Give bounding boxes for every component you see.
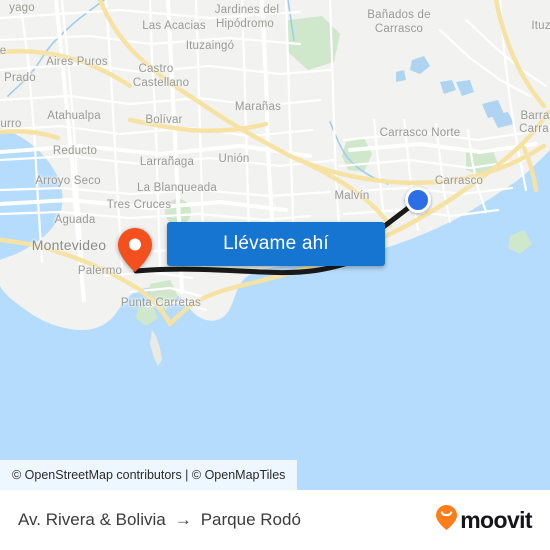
take-me-there-button[interactable]: Llévame ahí xyxy=(167,222,385,266)
trip-summary: Av. Rivera & Bolivia → Parque Rodó xyxy=(18,510,301,530)
moovit-wordmark: moovit xyxy=(460,506,532,533)
attribution-text[interactable]: © OpenStreetMap contributors | © OpenMap… xyxy=(0,460,298,490)
map-canvas[interactable]: yago Las Acacias Jardines del Hipódromo Baña… xyxy=(0,0,550,460)
trip-destination-label: Parque Rodó xyxy=(200,510,301,529)
moovit-trip-map-screen: yago Las Acacias Jardines del Hipódromo Baña… xyxy=(0,0,550,550)
arrow-right-icon: → xyxy=(174,510,192,529)
footer-bar: Av. Rivera & Bolivia → Parque Rodó moovi… xyxy=(0,490,550,550)
moovit-logo[interactable]: moovit xyxy=(436,505,533,535)
blue-dot-origin-marker[interactable] xyxy=(405,187,431,213)
orange-pin-destination-marker[interactable] xyxy=(118,228,152,272)
map-attribution-bar: © OpenStreetMap contributors | © OpenMap… xyxy=(0,460,550,490)
moovit-pin-icon xyxy=(436,505,458,535)
trip-origin-label: Av. Rivera & Bolivia xyxy=(18,510,166,529)
